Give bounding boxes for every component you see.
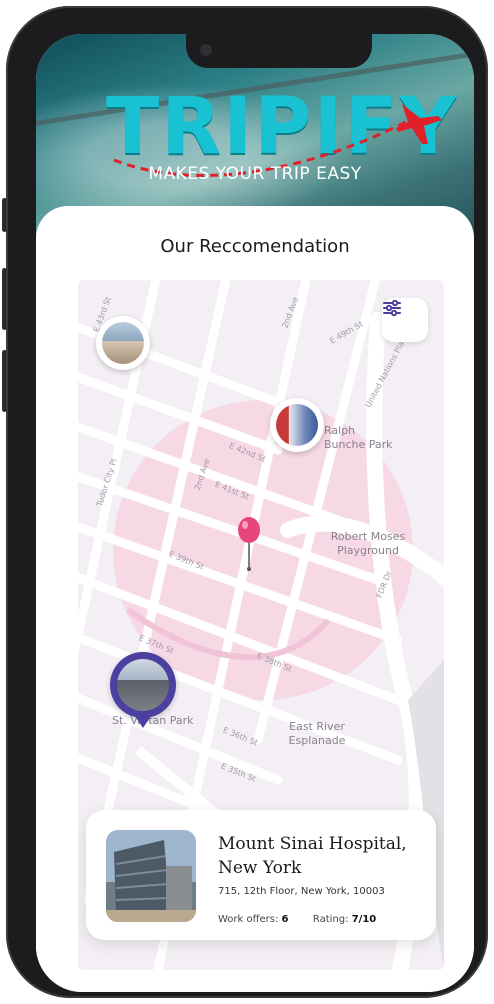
rating-label: Rating:: [312, 914, 349, 925]
section-title: Our Reccomendation: [160, 236, 350, 257]
poi-st-vartan-park: St. Vartan Park: [112, 714, 194, 727]
camera-icon: [200, 44, 212, 56]
place-thumbnail: [117, 659, 169, 711]
content-sheet: Our Reccomendation E 43rd St 2nd Ave E 4…: [36, 206, 474, 992]
location-pin-icon: [238, 517, 260, 571]
place-thumbnail: [276, 404, 318, 446]
place-address: 715, 12th Floor, New York, 10003: [218, 886, 385, 897]
poi-east-river-esplanade: East River Esplanade: [288, 720, 346, 747]
place-marker[interactable]: [270, 398, 324, 452]
rating-value: 7/10: [351, 914, 377, 925]
place-thumbnail: [102, 322, 144, 364]
tagline: MAKES YOUR TRIP EASY: [148, 164, 362, 184]
selected-place-marker[interactable]: [110, 652, 176, 728]
filter-button[interactable]: [382, 298, 428, 342]
sliders-icon: [383, 299, 401, 317]
phone-frame: TRIPIFY MAKES YOUR TRIP EASY Our Reccome…: [6, 6, 488, 998]
map-view[interactable]: E 43rd St 2nd Ave E 49th St United Natio…: [78, 280, 444, 970]
poi-robert-moses-playground: Robert Moses Playground: [330, 530, 406, 557]
phone-notch: [186, 34, 372, 68]
place-card[interactable]: Mount Sinai Hospital, New York 715, 12th…: [86, 810, 436, 940]
work-offers-label: Work offers:: [218, 914, 279, 925]
poi-ralph-bunche-park: Ralph Bunche Park: [324, 424, 393, 451]
app-screen: TRIPIFY MAKES YOUR TRIP EASY Our Reccome…: [36, 34, 474, 992]
place-name: Mount Sinai Hospital, New York: [218, 834, 407, 878]
place-marker[interactable]: [96, 316, 150, 370]
place-meta: Work offers: 6 Rating: 7/10: [218, 914, 376, 925]
work-offers-value: 6: [281, 914, 289, 925]
place-photo: [106, 830, 196, 922]
